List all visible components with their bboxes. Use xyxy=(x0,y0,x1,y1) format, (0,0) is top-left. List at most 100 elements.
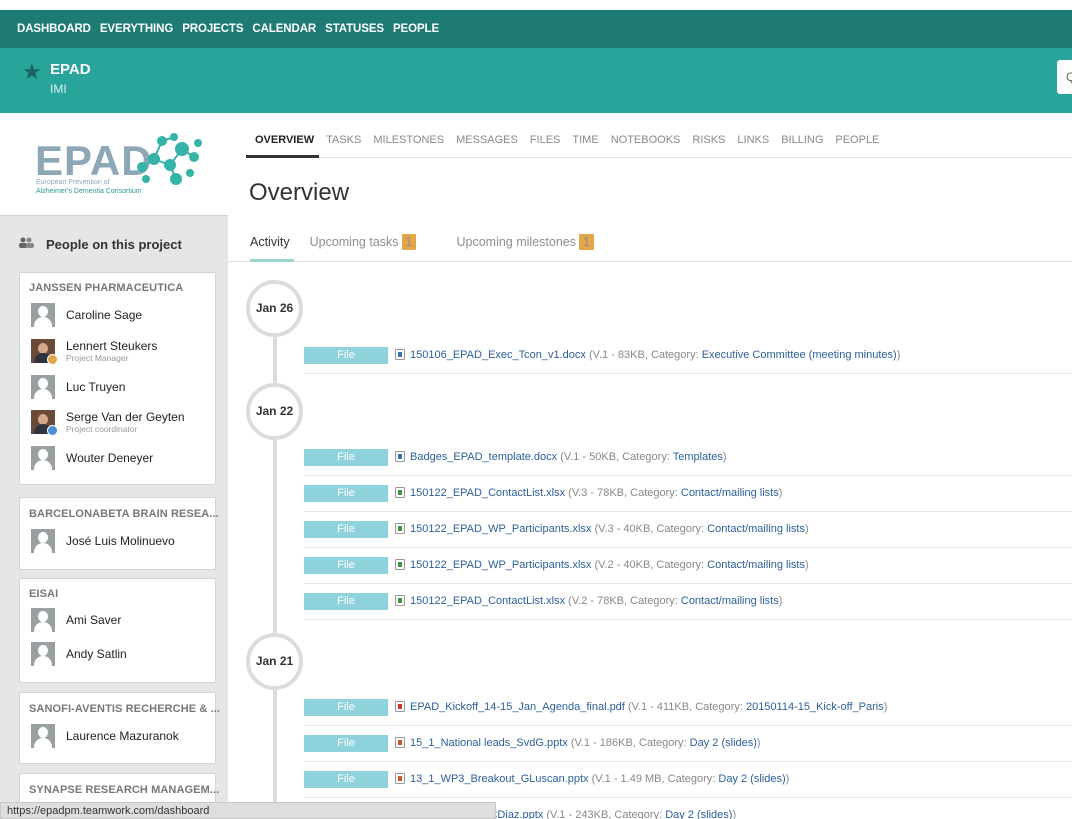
company-group-sanofi: SANOFI-AVENTIS RECHERCHE & ... Laurence … xyxy=(19,692,220,764)
company-name[interactable]: SYNAPSE RESEARCH MANAGEM... xyxy=(29,784,219,796)
subtab-upcoming-milestones[interactable]: Upcoming milestones 1 xyxy=(456,234,613,250)
project-tabs: OVERVIEW TASKS MILESTONES MESSAGES FILES TIME… xyxy=(255,130,891,148)
star-icon[interactable]: ★ xyxy=(22,61,42,83)
person-name[interactable]: Lennert Steukers xyxy=(66,339,157,353)
file-link[interactable]: 150122_EPAD_WP_Participants.xlsx xyxy=(410,559,591,571)
category-link[interactable]: Executive Committee (meeting minutes) xyxy=(702,349,897,361)
person-name[interactable]: Wouter Deneyer xyxy=(66,451,153,465)
nav-calendar[interactable]: CALENDAR xyxy=(252,23,316,35)
tab-overview[interactable]: OVERVIEW xyxy=(255,134,314,146)
person-name[interactable]: Andy Satlin xyxy=(66,647,127,661)
doc-file-icon xyxy=(395,451,405,462)
tabs-divider xyxy=(246,157,1072,158)
subtab-upcoming-tasks[interactable]: Upcoming tasks 1 xyxy=(310,234,437,250)
activity-text: 150122_EPAD_WP_Participants.xlsx (V.3 - … xyxy=(410,523,809,535)
category-link[interactable]: Contact/mailing lists xyxy=(681,595,779,607)
activity-row: File EPAD_Kickoff_14-15_Jan_Agenda_final.… xyxy=(304,690,1072,726)
person-name[interactable]: Ami Saver xyxy=(66,613,121,627)
person-name[interactable]: Caroline Sage xyxy=(66,308,142,322)
file-type-label: File xyxy=(304,593,388,610)
person-name[interactable]: Serge Van der Geyten xyxy=(66,410,185,424)
active-tab-indicator xyxy=(246,155,319,158)
activity-row: File 150122_EPAD_ContactList.xlsx (V.2 - … xyxy=(304,584,1072,620)
timeline-date: Jan 21 xyxy=(246,633,303,690)
file-meta: (V.2 - 40KB, Category: xyxy=(591,559,708,571)
category-link[interactable]: Day 2 (slides) xyxy=(665,809,732,819)
activity-row: File 13_1_WP3_Breakout_GLuscan.pptx (V.1 … xyxy=(304,762,1072,798)
close-paren: ) xyxy=(756,737,761,749)
timeline-date: Jan 26 xyxy=(246,280,303,337)
active-subtab-indicator xyxy=(250,259,294,262)
project-logo: EPAD European Prevention of Alzheimer's … xyxy=(0,113,228,216)
tab-notebooks[interactable]: NOTEBOOKS xyxy=(611,134,681,146)
activity-row: File 150122_EPAD_ContactList.xlsx (V.3 - … xyxy=(304,476,1072,512)
activity-text: EPAD_Kickoff_14-15_Jan_Agenda_final.pdf … xyxy=(410,701,887,713)
company-name[interactable]: BARCELONABETA BRAIN RESEA... xyxy=(29,508,219,520)
avatar xyxy=(31,446,55,470)
nav-statuses[interactable]: STATUSES xyxy=(325,23,384,35)
avatar xyxy=(31,375,55,399)
tab-files[interactable]: FILES xyxy=(530,134,561,146)
file-link[interactable]: 150122_EPAD_ContactList.xlsx xyxy=(410,595,565,607)
company-group-barcelonabeta: BARCELONABETA BRAIN RESEA... José Luis M… xyxy=(19,497,219,570)
app-window: DASHBOARD EVERYTHING PROJECTS CALENDAR S… xyxy=(0,0,1072,819)
category-link[interactable]: Day 2 (slides) xyxy=(690,737,757,749)
category-link[interactable]: Contact/mailing lists xyxy=(707,523,805,535)
file-meta: (V.1 - 411KB, Category: xyxy=(624,701,746,713)
person-name[interactable]: José Luis Molinuevo xyxy=(66,534,175,548)
activity-text: Badges_EPAD_template.docx (V.1 - 50KB, C… xyxy=(410,451,727,463)
project-manager-badge-icon xyxy=(47,354,58,365)
search-input[interactable]: Q xyxy=(1057,60,1072,94)
activity-text: 15_1_National leads_SvdG.pptx (V.1 - 186… xyxy=(410,737,761,749)
person-name[interactable]: Luc Truyen xyxy=(66,380,125,394)
nav-dashboard[interactable]: DASHBOARD xyxy=(17,23,91,35)
file-meta: (V.1 - 243KB, Category: xyxy=(543,809,666,819)
tab-milestones[interactable]: MILESTONES xyxy=(373,134,444,146)
tab-people[interactable]: PEOPLE xyxy=(835,134,879,146)
file-link[interactable]: 150122_EPAD_WP_Participants.xlsx xyxy=(410,523,591,535)
activity-row: File 15_1_National leads_SvdG.pptx (V.1 -… xyxy=(304,726,1072,762)
subtab-activity[interactable]: Activity xyxy=(250,235,290,249)
file-link[interactable]: 150122_EPAD_ContactList.xlsx xyxy=(410,487,565,499)
person-role: Project coordinator xyxy=(66,424,138,434)
file-link[interactable]: 150106_EPAD_Exec_Tcon_v1.docx xyxy=(410,349,586,361)
top-gap xyxy=(0,0,1072,10)
tab-messages[interactable]: MESSAGES xyxy=(456,134,518,146)
tab-links[interactable]: LINKS xyxy=(737,134,769,146)
tab-tasks[interactable]: TASKS xyxy=(326,134,361,146)
company-name[interactable]: EISAI xyxy=(29,588,58,600)
category-link[interactable]: Contact/mailing lists xyxy=(681,487,779,499)
category-link[interactable]: Day 2 (slides) xyxy=(718,773,785,785)
category-link[interactable]: Contact/mailing lists xyxy=(707,559,805,571)
nav-everything[interactable]: EVERYTHING xyxy=(100,23,173,35)
close-paren: ) xyxy=(778,595,783,607)
category-link[interactable]: 20150114-15_Kick-off_Paris xyxy=(746,701,884,713)
close-paren: ) xyxy=(804,559,809,571)
file-link[interactable]: 13_1_WP3_Breakout_GLuscan.pptx xyxy=(410,773,589,785)
nav-projects[interactable]: PROJECTS xyxy=(182,23,243,35)
project-title[interactable]: EPAD xyxy=(50,61,91,78)
activity-text: 150122_EPAD_ContactList.xlsx (V.2 - 78KB… xyxy=(410,595,782,607)
timeline-line xyxy=(273,283,277,819)
file-link[interactable]: EPAD_Kickoff_14-15_Jan_Agenda_final.pdf xyxy=(410,701,625,713)
tab-billing[interactable]: BILLING xyxy=(781,134,823,146)
page-title: Overview xyxy=(249,179,350,206)
overview-subtabs: Activity Upcoming tasks 1 Upcoming mileston… xyxy=(250,233,634,251)
file-type-label: File xyxy=(304,485,388,502)
close-paren: ) xyxy=(732,809,737,819)
logo-tagline-1: European Prevention of xyxy=(36,179,110,186)
nav-people[interactable]: PEOPLE xyxy=(393,23,439,35)
file-type-label: File xyxy=(304,699,388,716)
category-link[interactable]: Templates xyxy=(673,451,723,463)
file-link[interactable]: 15_1_National leads_SvdG.pptx xyxy=(410,737,568,749)
browser-status-url: https://epadpm.teamwork.com/dashboard xyxy=(0,802,496,819)
activity-row: File 150106_EPAD_Exec_Tcon_v1.docx (V.1 -… xyxy=(304,338,1072,374)
file-meta: (V.3 - 40KB, Category: xyxy=(591,523,708,535)
company-name[interactable]: JANSSEN PHARMACEUTICA xyxy=(29,282,183,294)
tab-risks[interactable]: RISKS xyxy=(692,134,725,146)
company-group-janssen: JANSSEN PHARMACEUTICA Caroline Sage Lenn… xyxy=(19,272,216,485)
company-name[interactable]: SANOFI-AVENTIS RECHERCHE & ... xyxy=(29,703,220,715)
person-name[interactable]: Laurence Mazuranok xyxy=(66,729,179,743)
tab-time[interactable]: TIME xyxy=(572,134,598,146)
file-link[interactable]: Badges_EPAD_template.docx xyxy=(410,451,557,463)
